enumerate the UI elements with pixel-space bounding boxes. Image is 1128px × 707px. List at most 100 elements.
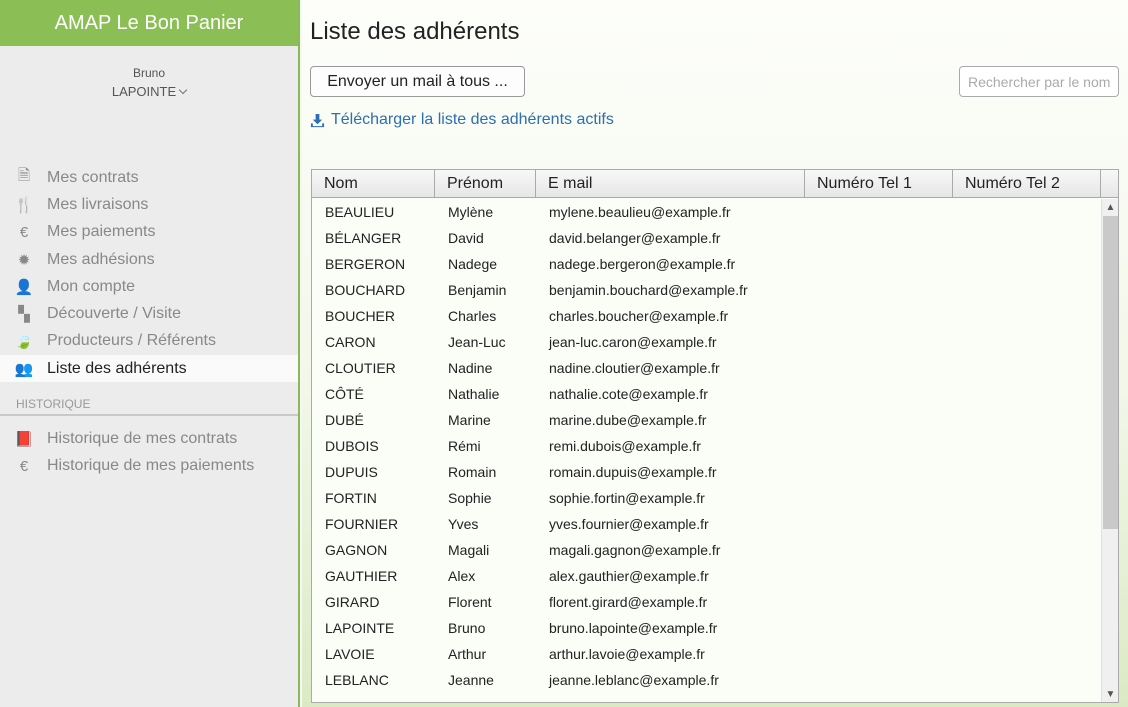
table-row[interactable]: FORTIN Sophie sophie.fortin@example.fr [312, 485, 1101, 511]
app-title[interactable]: AMAP Le Bon Panier [0, 0, 298, 46]
table-row[interactable]: CARON Jean-Luc jean-luc.caron@example.fr [312, 329, 1101, 355]
table-row[interactable]: BOUCHARD Benjamin benjamin.bouchard@exampl… [312, 277, 1101, 303]
table-cell: CÔTÉ [325, 386, 364, 402]
table-cell: marine.dube@example.fr [549, 412, 707, 428]
table-row[interactable]: CLOUTIER Nadine nadine.cloutier@example.fr [312, 355, 1101, 381]
table-cell: Benjamin [448, 282, 507, 298]
table-cell: magali.gagnon@example.fr [549, 542, 721, 558]
column-header-email[interactable]: E mail [536, 170, 805, 197]
table-row[interactable]: DUBÉ Marine marine.dube@example.fr [312, 407, 1101, 433]
sidebar-item-decouverte-visite[interactable]: ▚ Découverte / Visite [0, 300, 298, 327]
sidebar-item-mes-paiements[interactable]: € Mes paiements [0, 219, 298, 246]
user-block: Bruno LAPOINTE [0, 46, 298, 164]
table-row[interactable]: FOURNIER Yves yves.fournier@example.fr [312, 511, 1101, 537]
download-link[interactable]: Télécharger la liste des adhérents actif… [310, 111, 614, 129]
sidebar-item-historique-de-mes-paiements[interactable]: € Historique de mes paiements [0, 453, 298, 480]
sidebar-item-label: Découverte / Visite [47, 305, 181, 323]
table-cell: DUBOIS [325, 438, 379, 454]
table-row[interactable]: BOUCHER Charles charles.boucher@example.fr [312, 303, 1101, 329]
table-row[interactable]: CÔTÉ Nathalie nathalie.cote@example.fr [312, 381, 1101, 407]
user-menu-toggle[interactable]: LAPOINTE [111, 84, 188, 99]
table-cell: CLOUTIER [325, 360, 396, 376]
scroll-thumb[interactable] [1103, 216, 1118, 529]
table-cell: FORTIN [325, 490, 377, 506]
column-header-nom[interactable]: Nom [312, 170, 435, 197]
sidebar-item-liste-des-adherents[interactable]: 👥 Liste des adhérents [0, 355, 298, 383]
sidebar-item-mon-compte[interactable]: 👤 Mon compte [0, 273, 298, 300]
column-header-tel1[interactable]: Numéro Tel 1 [805, 170, 953, 197]
leaf-icon: 🍃 [14, 333, 34, 351]
euro-icon: € [19, 457, 29, 475]
user-first-name: Bruno [132, 66, 166, 80]
table-cell: Florent [448, 594, 492, 610]
table-row[interactable]: BEAULIEU Mylène mylene.beaulieu@example.fr [312, 199, 1101, 225]
table-cell: Sophie [448, 490, 492, 506]
table-cell: BEAULIEU [325, 204, 395, 220]
table-scrollbar[interactable]: ▲ ▼ [1101, 199, 1118, 702]
table-cell: florent.girard@example.fr [549, 594, 708, 610]
scroll-down-icon[interactable]: ▼ [1102, 686, 1118, 702]
table-cell: Mylène [448, 204, 494, 220]
table-cell: arthur.lavoie@example.fr [549, 646, 705, 662]
table-cell: romain.dupuis@example.fr [549, 464, 717, 480]
scroll-up-icon[interactable]: ▲ [1102, 199, 1118, 216]
table-cell: GIRARD [325, 594, 380, 610]
table-cell: Yves [448, 516, 479, 532]
column-header-prenom[interactable]: Prénom [435, 170, 536, 197]
table-cell: Arthur [448, 646, 487, 662]
sidebar-item-label: Mes contrats [47, 168, 139, 186]
table-cell: david.belanger@example.fr [549, 230, 721, 246]
book-icon: 📕 [14, 431, 34, 449]
table-cell: GAUTHIER [325, 568, 398, 584]
table-cell: nadege.bergeron@example.fr [549, 256, 736, 272]
table-body: BEAULIEU Mylène mylene.beaulieu@example.fr… [312, 199, 1101, 693]
sidebar-item-mes-livraisons[interactable]: 🍴 Mes livraisons [0, 191, 298, 218]
sidebar-item-label: Mes adhésions [47, 250, 155, 268]
table-cell: jeanne.leblanc@example.fr [549, 672, 719, 688]
table-row[interactable]: DUBOIS Rémi remi.dubois@example.fr [312, 433, 1101, 459]
user-last-name: LAPOINTE [111, 84, 177, 99]
table-cell: Jeanne [448, 672, 494, 688]
table-cell: BERGERON [325, 256, 406, 272]
column-header-tel2[interactable]: Numéro Tel 2 [953, 170, 1101, 197]
main-content: Liste des adhérents Envoyer un mail à to… [302, 0, 1128, 707]
table-row[interactable]: BÉLANGER David david.belanger@example.fr [312, 225, 1101, 251]
mail-all-button[interactable]: Envoyer un mail à tous ... [310, 66, 525, 97]
table-row[interactable]: LAVOIE Arthur arthur.lavoie@example.fr [312, 641, 1101, 667]
table-cell: benjamin.bouchard@example.fr [549, 282, 748, 298]
table-cell: remi.dubois@example.fr [549, 438, 701, 454]
table-row[interactable]: GIRARD Florent florent.girard@example.fr [312, 589, 1101, 615]
history-list: 📕 Historique de mes contrats € Historique d… [0, 425, 298, 480]
table-cell: jean-luc.caron@example.fr [549, 334, 717, 350]
search-input[interactable] [959, 66, 1119, 97]
table-cell: FOURNIER [325, 516, 399, 532]
table-row[interactable]: GAUTHIER Alex alex.gauthier@example.fr [312, 563, 1101, 589]
sidebar-item-label: Producteurs / Référents [47, 332, 216, 350]
table-cell: LEBLANC [325, 672, 389, 688]
sidebar-item-producteurs-referents[interactable]: 🍃 Producteurs / Référents [0, 328, 298, 355]
table-row[interactable]: GAGNON Magali magali.gagnon@example.fr [312, 537, 1101, 563]
table-cell: nathalie.cote@example.fr [549, 386, 708, 402]
table-cell: sophie.fortin@example.fr [549, 490, 705, 506]
column-header-spacer [1101, 170, 1118, 197]
table-row[interactable]: DUPUIS Romain romain.dupuis@example.fr [312, 459, 1101, 485]
table-cell: Romain [448, 464, 497, 480]
euro-icon: € [19, 223, 29, 241]
badge-icon: ✹ [17, 251, 31, 269]
table-cell: GAGNON [325, 542, 388, 558]
table-row[interactable]: LAPOINTE Bruno bruno.lapointe@example.fr [312, 615, 1101, 641]
table-cell: BOUCHER [325, 308, 396, 324]
table-cell: alex.gauthier@example.fr [549, 568, 709, 584]
sidebar-item-mes-contrats[interactable]: 🗎 Mes contrats [0, 164, 298, 191]
table-row[interactable]: BERGERON Nadege nadege.bergeron@example.fr [312, 251, 1101, 277]
sidebar: AMAP Le Bon Panier Bruno LAPOINTE 🗎 Mes c… [0, 0, 300, 707]
download-link-label: Télécharger la liste des adhérents actif… [331, 111, 614, 128]
table-row[interactable]: LEBLANC Jeanne jeanne.leblanc@example.fr [312, 667, 1101, 693]
sidebar-item-historique-de-mes-contrats[interactable]: 📕 Historique de mes contrats [0, 425, 298, 452]
table-cell: LAVOIE [325, 646, 375, 662]
document-icon: 🗎 [17, 167, 31, 185]
sidebar-item-mes-adhesions[interactable]: ✹ Mes adhésions [0, 246, 298, 273]
table-header: Nom Prénom E mail Numéro Tel 1 Numéro Te… [312, 170, 1118, 198]
sidebar-item-label: Historique de mes paiements [47, 457, 255, 475]
history-section-title: HISTORIQUE [0, 392, 298, 417]
